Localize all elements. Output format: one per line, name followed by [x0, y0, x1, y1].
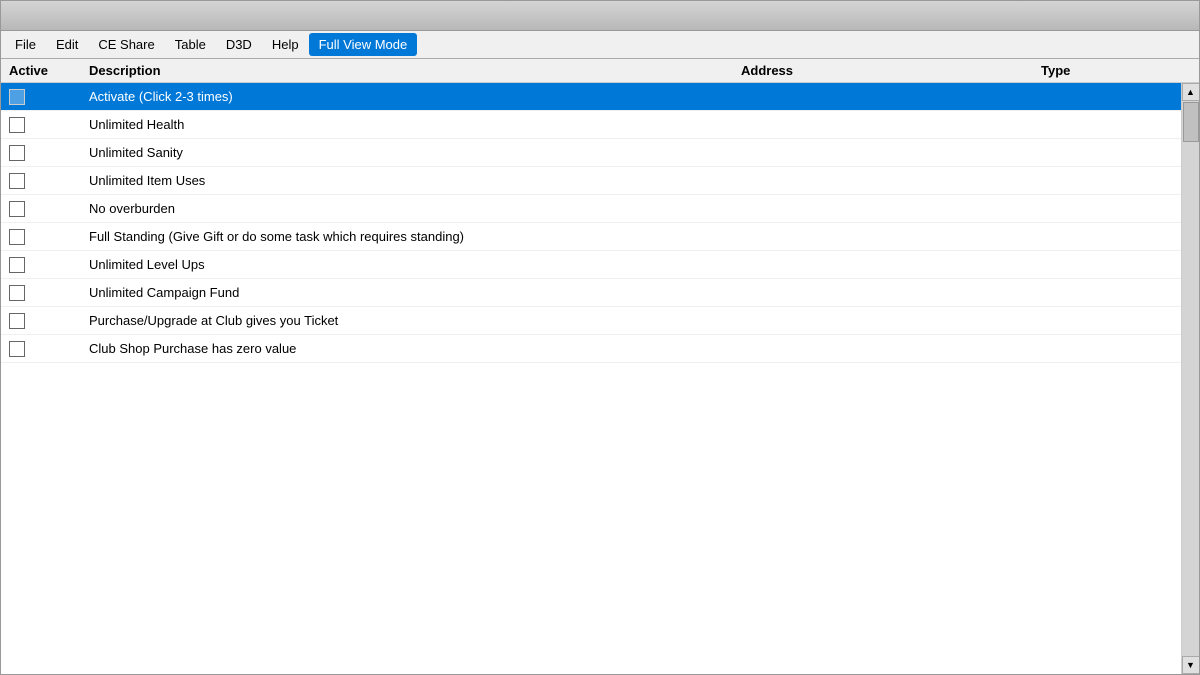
row-checkbox[interactable]: [9, 229, 25, 245]
row-description-cell: Unlimited Item Uses: [89, 173, 723, 188]
row-active-cell: [9, 313, 89, 329]
table-row[interactable]: Purchase/Upgrade at Club gives you Ticke…: [1, 307, 1181, 335]
row-checkbox[interactable]: [9, 145, 25, 161]
row-description-cell: Unlimited Level Ups: [89, 257, 723, 272]
row-active-cell: [9, 341, 89, 357]
main-window: File Edit CE Share Table D3D Help Full V…: [0, 0, 1200, 675]
table-row[interactable]: Unlimited Sanity: [1, 139, 1181, 167]
row-active-cell: [9, 257, 89, 273]
vertical-scrollbar[interactable]: ▲ ▼: [1181, 83, 1199, 674]
cheat-table: Active Description Address Type Activate…: [1, 59, 1199, 674]
table-row[interactable]: Unlimited Campaign Fund: [1, 279, 1181, 307]
row-checkbox[interactable]: [9, 341, 25, 357]
scroll-down-button[interactable]: ▼: [1182, 656, 1200, 674]
menu-edit[interactable]: Edit: [46, 33, 88, 56]
table-body: Activate (Click 2-3 times) Unlimited Hea…: [1, 83, 1181, 674]
row-description-cell: Full Standing (Give Gift or do some task…: [89, 229, 723, 244]
row-checkbox[interactable]: [9, 117, 25, 133]
row-checkbox[interactable]: [9, 257, 25, 273]
row-active-cell: [9, 173, 89, 189]
table-row[interactable]: No overburden: [1, 195, 1181, 223]
header-type: Type: [1041, 63, 1191, 78]
row-description-cell: Unlimited Health: [89, 117, 723, 132]
row-checkbox[interactable]: [9, 89, 25, 105]
row-active-cell: [9, 229, 89, 245]
row-active-cell: [9, 89, 89, 105]
menu-d3d[interactable]: D3D: [216, 33, 262, 56]
row-description-cell: Activate (Click 2-3 times): [89, 89, 723, 104]
row-checkbox[interactable]: [9, 201, 25, 217]
row-description-cell: No overburden: [89, 201, 723, 216]
menu-bar: File Edit CE Share Table D3D Help Full V…: [1, 31, 1199, 59]
row-active-cell: [9, 285, 89, 301]
table-body-area: Activate (Click 2-3 times) Unlimited Hea…: [1, 83, 1199, 674]
scroll-up-button[interactable]: ▲: [1182, 83, 1200, 101]
row-description-cell: Unlimited Campaign Fund: [89, 285, 723, 300]
table-row[interactable]: Club Shop Purchase has zero value: [1, 335, 1181, 363]
table-row[interactable]: Activate (Click 2-3 times): [1, 83, 1181, 111]
row-active-cell: [9, 117, 89, 133]
header-description: Description: [89, 63, 741, 78]
row-description-cell: Unlimited Sanity: [89, 145, 723, 160]
row-active-cell: [9, 145, 89, 161]
scroll-thumb[interactable]: [1183, 102, 1199, 142]
table-header-row: Active Description Address Type: [1, 59, 1199, 83]
row-checkbox[interactable]: [9, 173, 25, 189]
row-description-cell: Club Shop Purchase has zero value: [89, 341, 723, 356]
table-row[interactable]: Unlimited Level Ups: [1, 251, 1181, 279]
row-checkbox[interactable]: [9, 313, 25, 329]
table-row[interactable]: Unlimited Item Uses: [1, 167, 1181, 195]
header-active: Active: [9, 63, 89, 78]
title-bar: [1, 1, 1199, 31]
menu-table[interactable]: Table: [165, 33, 216, 56]
scroll-track[interactable]: [1182, 101, 1200, 656]
menu-help[interactable]: Help: [262, 33, 309, 56]
menu-file[interactable]: File: [5, 33, 46, 56]
header-address: Address: [741, 63, 1041, 78]
row-checkbox[interactable]: [9, 285, 25, 301]
table-row[interactable]: Unlimited Health: [1, 111, 1181, 139]
row-active-cell: [9, 201, 89, 217]
menu-full-view-mode[interactable]: Full View Mode: [309, 33, 418, 56]
menu-ce-share[interactable]: CE Share: [88, 33, 164, 56]
table-row[interactable]: Full Standing (Give Gift or do some task…: [1, 223, 1181, 251]
row-description-cell: Purchase/Upgrade at Club gives you Ticke…: [89, 313, 723, 328]
